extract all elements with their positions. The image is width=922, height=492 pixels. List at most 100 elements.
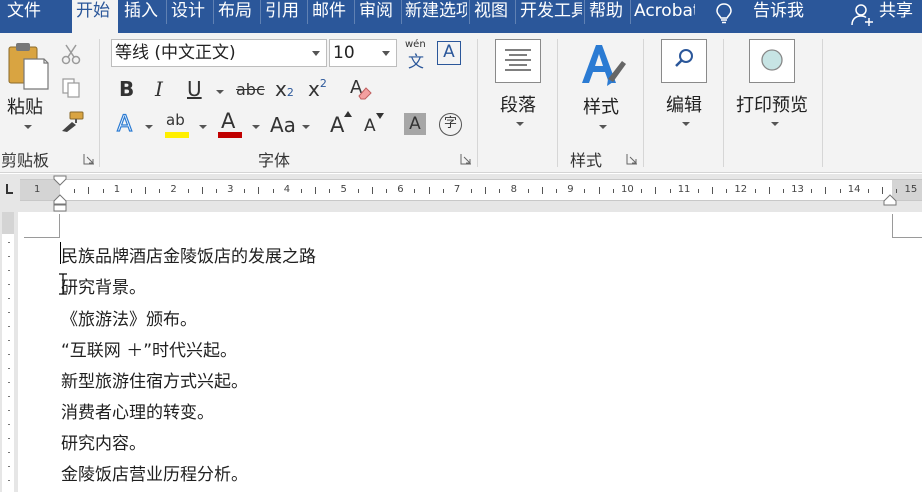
editing-dropdown-caret[interactable] (682, 122, 690, 126)
clipboard-icon[interactable] (6, 41, 50, 91)
styles-icon[interactable] (578, 39, 628, 89)
character-shading-button[interactable]: A (404, 113, 426, 135)
tab-separator (354, 0, 355, 24)
styles-label[interactable]: 样式 (583, 93, 619, 119)
tab-developer[interactable]: 开发工具 (520, 0, 582, 33)
tab-mailings[interactable]: 邮件 (312, 0, 350, 33)
chevron-down-icon (382, 51, 390, 56)
text-effects-button[interactable]: A (116, 111, 132, 137)
paragraph[interactable]: 研究内容。 (61, 429, 146, 454)
bold-button[interactable]: B (119, 77, 134, 101)
dialog-launcher-icon[interactable] (83, 153, 95, 165)
tab-layout[interactable]: 布局 (218, 0, 256, 33)
format-painter-icon[interactable] (60, 111, 84, 133)
tell-me-label[interactable]: 告诉我 (753, 0, 813, 33)
italic-button[interactable]: I (155, 77, 163, 101)
strikethrough-button[interactable]: abc (236, 80, 265, 99)
paragraph[interactable]: 消费者心理的转变。 (61, 398, 214, 423)
paragraph-title[interactable]: 民族品牌酒店金陵饭店的发展之路 (61, 242, 316, 267)
ruler-tab-selector[interactable] (2, 182, 14, 198)
change-case-button[interactable]: Aa (270, 113, 296, 137)
change-case-dropdown-caret[interactable] (302, 125, 310, 129)
subscript-digit: 2 (286, 86, 294, 99)
vertical-ruler-tick (8, 284, 10, 285)
ruler-tick (442, 189, 444, 193)
subscript-button[interactable]: x2 (275, 77, 294, 101)
ruler-tick (386, 189, 388, 193)
tab-help[interactable]: 帮助 (589, 0, 627, 33)
font-color-button[interactable]: A (218, 109, 244, 139)
ruler-tick (244, 189, 246, 193)
highlight-button[interactable]: ab (165, 111, 191, 139)
shrink-font-button[interactable]: A (364, 113, 386, 137)
character-border-button[interactable]: A (437, 41, 461, 65)
person-add-icon[interactable] (850, 3, 874, 27)
document-page[interactable]: 民族品牌酒店金陵饭店的发展之路 研究背景。 《旅游法》颁布。 “互联网 ＋”时代… (20, 212, 922, 492)
vertical-ruler[interactable] (0, 212, 18, 492)
highlight-dropdown-caret[interactable] (199, 125, 207, 129)
grow-font-button[interactable]: A (330, 111, 352, 137)
ruler-number: 14 (847, 184, 861, 195)
paragraph-dropdown-caret[interactable] (516, 122, 524, 126)
tab-separator (630, 0, 631, 24)
text-effects-dropdown-caret[interactable] (145, 125, 153, 129)
paragraph-button-icon-box[interactable] (495, 39, 541, 83)
right-indent-marker[interactable] (883, 194, 897, 206)
tab-separator (213, 0, 214, 24)
copy-icon[interactable] (60, 77, 82, 99)
horizontal-ruler[interactable]: 1 1 2 3 4 5 6 7 8 9 10 11 12 13 14 15 (20, 179, 922, 201)
tab-separator (469, 0, 470, 24)
font-name-combo[interactable]: 等线 (中文正文) (111, 39, 327, 67)
superscript-button[interactable]: x2 (308, 77, 327, 101)
dialog-launcher-icon[interactable] (460, 153, 472, 165)
underline-dropdown-caret[interactable] (216, 90, 224, 94)
tab-new-tab[interactable]: 新建选项卡 (405, 0, 467, 33)
first-line-indent-marker[interactable] (53, 175, 67, 187)
paragraph[interactable]: 研究背景。 (61, 273, 146, 298)
paragraph[interactable]: 《旅游法》颁布。 (61, 305, 197, 330)
styles-dropdown-caret[interactable] (599, 125, 607, 129)
share-button[interactable]: 共享 (879, 0, 922, 33)
font-size-combo[interactable]: 10 (329, 39, 397, 67)
phonetic-guide-button[interactable]: wén 文 (404, 37, 430, 71)
font-color-dropdown-caret[interactable] (252, 125, 260, 129)
tab-file[interactable]: 文件 (7, 0, 47, 33)
vertical-ruler-tick (8, 480, 10, 481)
print-preview-dropdown-caret[interactable] (771, 122, 779, 126)
group-separator (643, 39, 644, 167)
editing-label[interactable]: 编辑 (666, 91, 702, 117)
superscript-x: x (308, 77, 320, 101)
vertical-ruler-tick (8, 424, 10, 425)
ruler-number: 8 (510, 184, 517, 195)
editing-button-icon-box[interactable] (661, 39, 707, 83)
paragraph-label[interactable]: 段落 (500, 91, 536, 117)
paragraph[interactable]: 新型旅游住宿方式兴起。 (61, 367, 248, 392)
left-indent-marker[interactable] (53, 194, 67, 212)
tab-review[interactable]: 审阅 (359, 0, 397, 33)
clear-formatting-button[interactable]: A (350, 77, 374, 103)
vertical-ruler-tick (8, 312, 10, 313)
ruler-tick (697, 189, 699, 193)
dialog-launcher-icon[interactable] (626, 153, 638, 165)
clipboard-group-label: 剪贴板 (1, 151, 50, 170)
paragraph[interactable]: “互联网 ＋”时代兴起。 (61, 336, 237, 361)
tab-references[interactable]: 引用 (265, 0, 303, 33)
print-preview-button-icon-box[interactable] (749, 39, 795, 83)
ruler-tick (839, 189, 841, 193)
underline-button[interactable]: U (187, 77, 202, 101)
tab-acrobat[interactable]: Acrobat (634, 0, 695, 33)
tab-separator (260, 0, 261, 24)
tab-design[interactable]: 设计 (171, 0, 209, 33)
ruler-tick (428, 187, 430, 194)
print-preview-label[interactable]: 打印预览 (736, 91, 808, 117)
ruler-number: 11 (677, 184, 691, 195)
scissors-icon[interactable] (60, 43, 82, 65)
paragraph[interactable]: 金陵饭店营业历程分析。 (61, 460, 248, 485)
paste-dropdown-caret[interactable] (24, 125, 32, 129)
enclose-characters-button[interactable]: 字 (439, 113, 462, 136)
lightbulb-icon[interactable] (714, 2, 734, 24)
tab-insert[interactable]: 插入 (124, 0, 162, 33)
paste-label[interactable]: 粘贴 (7, 93, 43, 119)
tab-view[interactable]: 视图 (474, 0, 512, 33)
tab-home[interactable]: 开始 (72, 0, 118, 33)
